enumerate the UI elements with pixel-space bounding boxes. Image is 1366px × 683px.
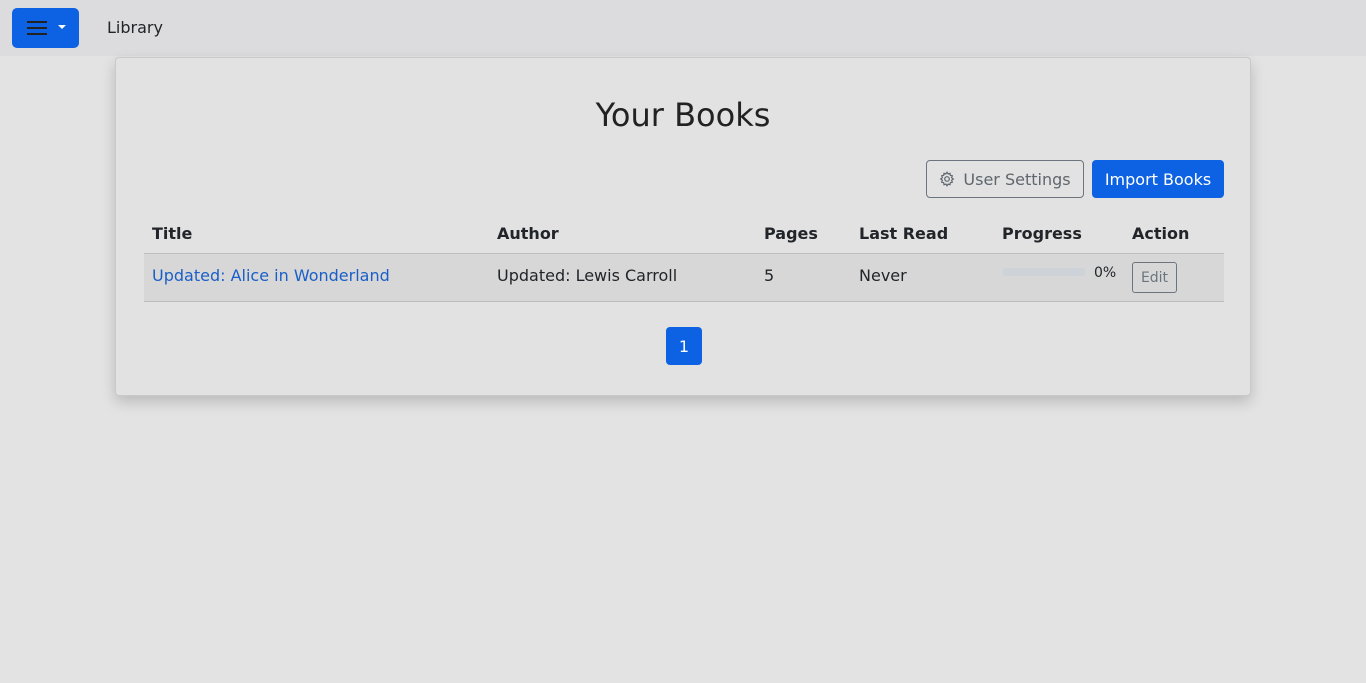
books-table: Title Author Pages Last Read Progress Ac…: [144, 212, 1224, 302]
menu-dropdown-button[interactable]: [12, 8, 79, 48]
header-progress: Progress: [1002, 224, 1082, 243]
book-author: Updated: Lewis Carroll: [497, 266, 678, 285]
header-action: Action: [1132, 224, 1190, 243]
user-settings-button[interactable]: User Settings: [926, 160, 1084, 198]
table-header: Title Author Pages Last Read Progress Ac…: [144, 212, 1224, 254]
progress-bar: [1002, 268, 1086, 276]
top-navbar: Library: [0, 0, 1366, 56]
books-card: Your Books User Settings Import Books Ti…: [115, 57, 1251, 396]
progress-label: 0%: [1094, 265, 1117, 281]
header-title: Title: [152, 224, 193, 243]
book-last-read: Never: [859, 266, 907, 285]
brand-label[interactable]: Library: [107, 18, 163, 37]
header-pages: Pages: [764, 224, 818, 243]
header-author: Author: [497, 224, 559, 243]
edit-button[interactable]: Edit: [1132, 262, 1177, 293]
user-settings-label: User Settings: [963, 169, 1071, 189]
table-row: Updated: Alice in Wonderland Updated: Le…: [144, 254, 1224, 302]
gear-icon: [940, 171, 955, 187]
page-title: Your Books: [595, 96, 771, 134]
header-last-read: Last Read: [859, 224, 949, 243]
caret-down-icon: [58, 25, 66, 29]
book-title-link[interactable]: Updated: Alice in Wonderland: [152, 266, 390, 285]
pagination-page-1[interactable]: 1: [666, 327, 702, 365]
import-books-button[interactable]: Import Books: [1092, 160, 1224, 198]
book-pages: 5: [764, 266, 775, 285]
hamburger-icon: [27, 20, 47, 36]
